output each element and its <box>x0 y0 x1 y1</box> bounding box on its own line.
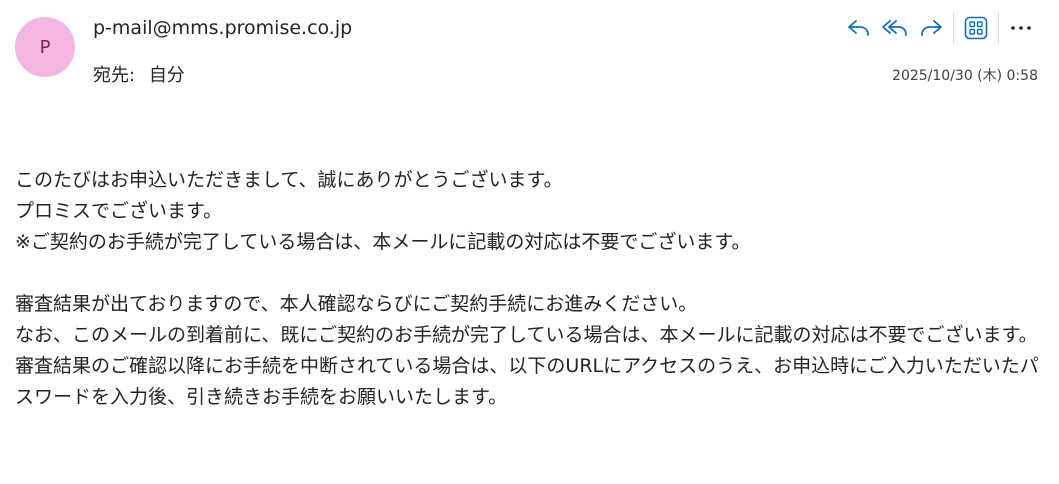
more-actions-button[interactable] <box>1003 11 1039 45</box>
avatar-initial: P <box>39 36 51 58</box>
toolbar-divider <box>953 13 954 43</box>
reply-button[interactable] <box>841 11 877 45</box>
recipient-line: 宛先: 自分 <box>93 61 185 87</box>
forward-icon <box>921 20 942 36</box>
avatar[interactable]: P <box>15 17 75 77</box>
more-icon <box>1011 26 1031 30</box>
toolbar-divider <box>998 13 999 43</box>
message-toolbar <box>841 11 1039 45</box>
body-line: ※ご契約のお手続が完了している場合は、本メールに記載の対応は不要でございます。 <box>15 231 751 253</box>
reply-all-icon <box>882 20 907 36</box>
message-body: このたびはお申込いただきまして、誠にありがとうございます。 プロミスでございます… <box>15 165 1051 413</box>
apps-icon <box>964 16 988 40</box>
sent-timestamp: 2025/10/30 (木) 0:58 <box>892 68 1038 84</box>
body-line: 審査結果が出ておりますので、本人確認ならびにご契約手続にお進みください。 <box>15 293 698 315</box>
to-label: 宛先: <box>93 65 136 86</box>
body-line: プロミスでございます。 <box>15 200 223 222</box>
reply-all-button[interactable] <box>877 11 913 45</box>
reply-icon <box>848 20 869 36</box>
body-line: なお、このメールの到着前に、既にご契約のお手続が完了している場合は、本メールに記… <box>15 324 1038 346</box>
sender-address[interactable]: p-mail@mms.promise.co.jp <box>93 17 352 39</box>
recipient-name[interactable]: 自分 <box>149 65 185 86</box>
apps-button[interactable] <box>958 11 994 45</box>
forward-button[interactable] <box>913 11 949 45</box>
body-line: このたびはお申込いただきまして、誠にありがとうございます。 <box>15 169 563 191</box>
body-line: 審査結果のご確認以降にお手続を中断されている場合は、以下のURLにアクセスのうえ… <box>15 355 1039 408</box>
